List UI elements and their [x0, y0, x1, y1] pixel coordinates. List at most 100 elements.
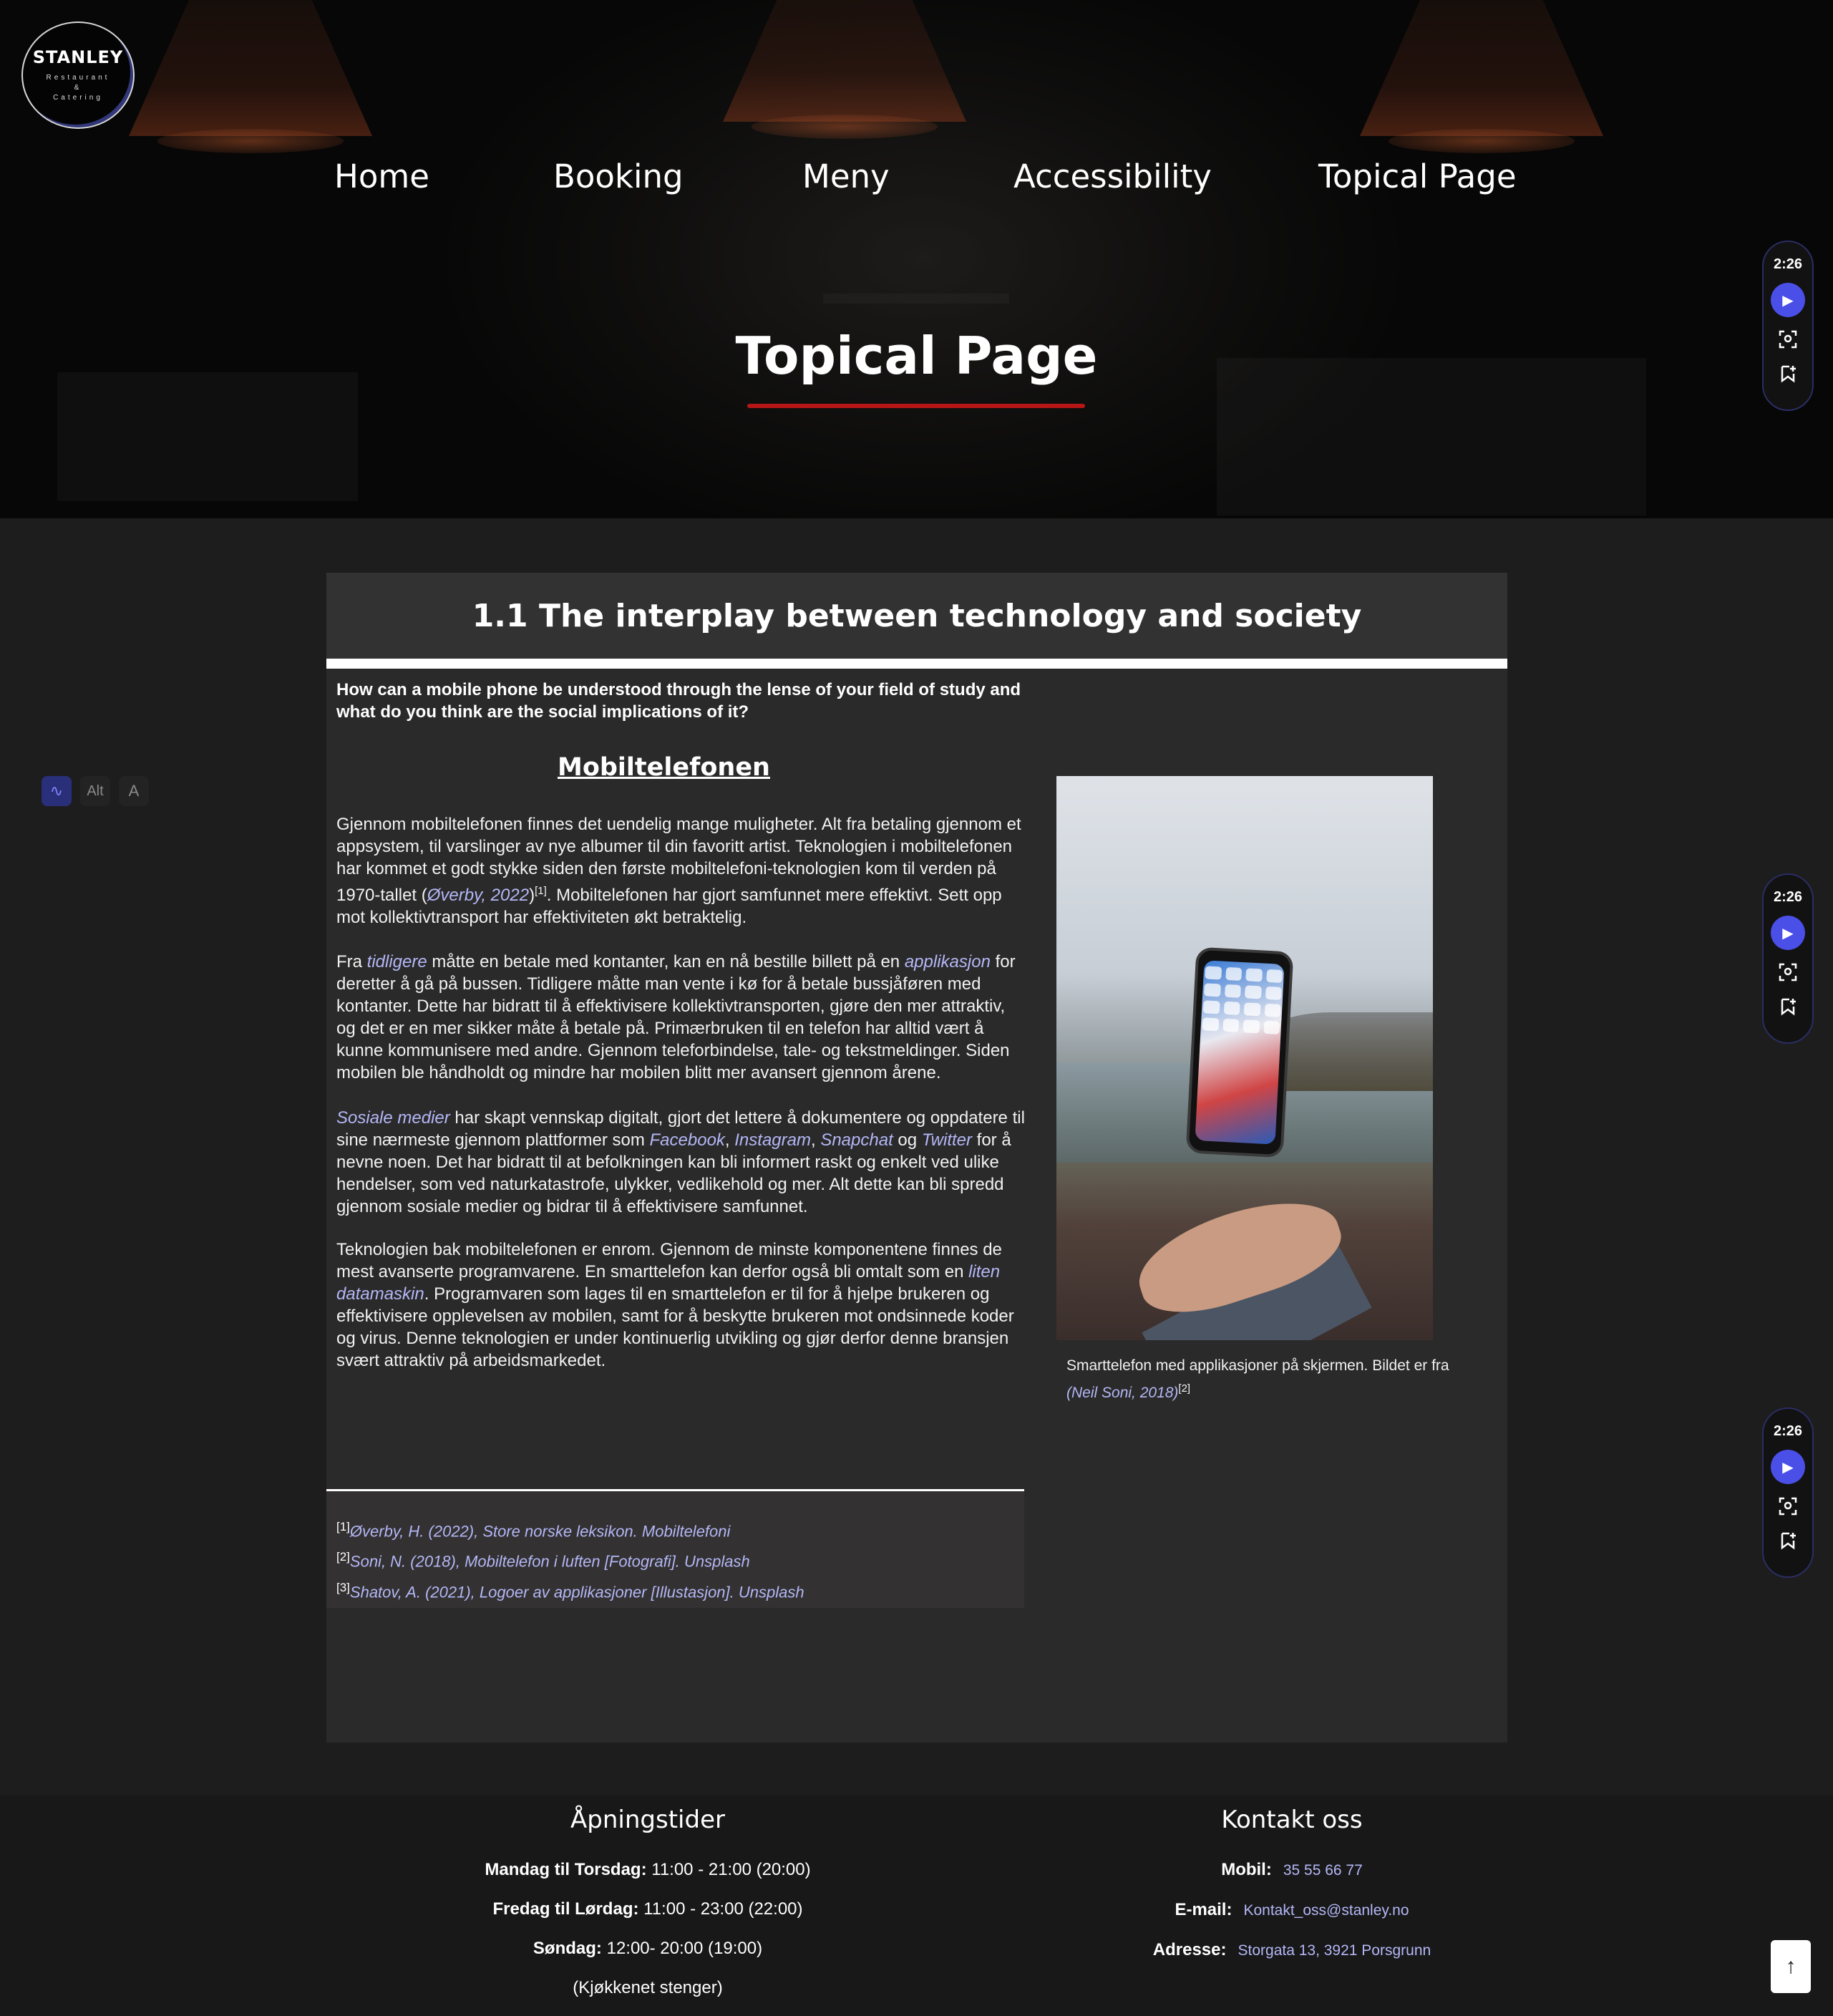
inline-link[interactable]: applikasjon: [905, 952, 991, 971]
logo-tagline-line: Restaurant: [46, 74, 110, 82]
reference-number: [3]: [336, 1580, 350, 1594]
contact-info: Kontakt oss Mobil: 35 55 66 77 E-mail: Kon…: [1077, 1806, 1507, 1970]
hours-value: 11:00 - 21:00 (20:00): [646, 1860, 811, 1879]
page-title: Topical Page: [735, 326, 1098, 386]
address-link[interactable]: Storgata 13, 3921 Porsgrunn: [1238, 1942, 1431, 1959]
logo-brand: STANLEY: [32, 47, 124, 67]
inline-link[interactable]: Twitter: [922, 1130, 972, 1150]
bookmark-add-icon[interactable]: [1776, 994, 1800, 1019]
audio-player-widget: 2:26 ▶: [1762, 241, 1814, 411]
opening-hours: Åpningstider Mandag til Torsdag: 11:00 -…: [433, 1806, 862, 2007]
accessibility-toolbar: ∿ Alt A: [42, 776, 149, 809]
contact-label: Adresse:: [1152, 1940, 1227, 1959]
title-underline: [747, 404, 1085, 408]
nav-topical-page[interactable]: Topical Page: [1318, 158, 1517, 195]
inline-link[interactable]: tidligere: [367, 952, 427, 971]
paragraph-text: ,: [810, 1130, 821, 1150]
audio-wave-icon[interactable]: ∿: [42, 776, 72, 806]
paragraph-text: . Programvaren som lages til en smarttel…: [336, 1284, 1014, 1370]
play-icon[interactable]: ▶: [1771, 916, 1805, 950]
reference-item[interactable]: [3]Shatov, A. (2021), Logoer av applikas…: [336, 1575, 1024, 1605]
caption-text: Smarttelefon med applikasjoner på skjerm…: [1066, 1357, 1449, 1374]
paragraph-2: Fra tidligere måtte en betale med kontan…: [336, 951, 1027, 1084]
contact-row: E-mail: Kontakt_oss@stanley.no: [1077, 1890, 1507, 1930]
photo-app-grid: [1202, 966, 1283, 1034]
opening-hours-title: Åpningstider: [570, 1806, 725, 1834]
phone-link[interactable]: 35 55 66 77: [1283, 1862, 1363, 1879]
hours-value: 12:00- 20:00 (19:00): [601, 1939, 763, 1958]
paragraph-1: Gjennom mobiltelefonen finnes det uendel…: [336, 813, 1027, 929]
alt-text-toggle[interactable]: Alt: [80, 776, 110, 806]
reference-item[interactable]: [1]Øverby, H. (2022), Store norske leksi…: [336, 1514, 1024, 1544]
logo-tagline-line: &: [74, 84, 82, 92]
hero-banner: STANLEY Restaurant & Catering Home Booki…: [0, 0, 1833, 518]
photo-phone: [1185, 946, 1294, 1158]
player-time: 2:26: [1773, 256, 1803, 272]
footnote-marker[interactable]: [2]: [1178, 1382, 1190, 1395]
nav-booking[interactable]: Booking: [553, 158, 684, 195]
reference-text: Shatov, A. (2021), Logoer av applikasjon…: [349, 1582, 804, 1601]
play-icon[interactable]: ▶: [1771, 283, 1805, 317]
logo-tagline: Restaurant & Catering: [47, 73, 110, 103]
photo-caption: Smarttelefon med applikasjoner på skjerm…: [1066, 1354, 1467, 1405]
smartphone-photo: [1056, 776, 1433, 1340]
contact-row: Mobil: 35 55 66 77: [1077, 1850, 1507, 1890]
hero-overlay: [0, 0, 1833, 518]
hours-value: 11:00 - 23:00 (22:00): [638, 1899, 803, 1919]
nav-accessibility[interactable]: Accessibility: [1013, 158, 1212, 195]
header-divider: [326, 659, 1507, 669]
paragraph-text: Fra: [336, 952, 367, 971]
hours-row: Fredag til Lørdag: 11:00 - 23:00 (22:00): [433, 1889, 862, 1929]
footnote-marker[interactable]: [1]: [535, 885, 547, 897]
play-icon[interactable]: ▶: [1771, 1450, 1805, 1484]
logo[interactable]: STANLEY Restaurant & Catering: [21, 21, 135, 129]
hours-label: Fredag til Lørdag:: [492, 1899, 639, 1919]
references-box: [1]Øverby, H. (2022), Store norske leksi…: [326, 1489, 1024, 1608]
email-link[interactable]: Kontakt_oss@stanley.no: [1243, 1902, 1409, 1919]
screen-scan-icon[interactable]: [1776, 960, 1800, 984]
player-time: 2:26: [1773, 889, 1803, 905]
paragraph-text: Teknologien bak mobiltelefonen er enrom.…: [336, 1240, 1002, 1281]
main-nav: Home Booking Meny Accessibility Topical …: [0, 158, 1833, 200]
kitchen-note: (Kjøkkenet stenger): [573, 1978, 723, 1997]
article-card: 1.1 The interplay between technology and…: [326, 573, 1507, 1743]
screen-scan-icon[interactable]: [1776, 1494, 1800, 1518]
nav-meny[interactable]: Meny: [802, 158, 890, 195]
hours-label: Mandag til Torsdag:: [485, 1860, 647, 1879]
paragraph-text: måtte en betale med kontanter, kan en nå…: [427, 952, 905, 971]
paragraph-text: og: [893, 1130, 922, 1150]
inline-link[interactable]: Snapchat: [820, 1130, 893, 1150]
contact-label: E-mail:: [1175, 1900, 1232, 1919]
reference-text: Soni, N. (2018), Mobiltelefon i luften […: [349, 1552, 750, 1571]
contact-label: Mobil:: [1221, 1860, 1272, 1879]
inline-link[interactable]: Facebook: [650, 1130, 725, 1150]
article-heading: 1.1 The interplay between technology and…: [472, 597, 1362, 634]
article-header: 1.1 The interplay between technology and…: [326, 573, 1507, 659]
hours-label: Søndag:: [533, 1939, 602, 1958]
back-to-top-button[interactable]: ↑: [1771, 1940, 1811, 1993]
bookmark-add-icon[interactable]: [1776, 1528, 1800, 1553]
inline-link[interactable]: Sosiale medier: [336, 1108, 450, 1128]
screen-scan-icon[interactable]: [1776, 327, 1800, 352]
paragraph-3: Sosiale medier har skapt vennskap digita…: [336, 1107, 1027, 1218]
paragraph-text: ): [529, 886, 535, 905]
hours-row: Søndag: 12:00- 20:00 (19:00): [433, 1929, 862, 1968]
paragraph-text: ,: [724, 1130, 735, 1150]
audio-player-widget: 2:26 ▶: [1762, 1407, 1814, 1578]
reference-number: [2]: [336, 1550, 350, 1564]
bookmark-add-icon[interactable]: [1776, 362, 1800, 386]
reference-item[interactable]: [2]Soni, N. (2018), Mobiltelefon i lufte…: [336, 1544, 1024, 1574]
logo-tagline-line: Catering: [53, 94, 103, 102]
contact-title: Kontakt oss: [1221, 1806, 1363, 1834]
footer: Åpningstider Mandag til Torsdag: 11:00 -…: [0, 1796, 1833, 2016]
font-size-toggle[interactable]: A: [119, 776, 149, 806]
paragraph-4: Teknologien bak mobiltelefonen er enrom.…: [336, 1239, 1027, 1372]
citation-link[interactable]: Øverby, 2022: [427, 886, 529, 905]
nav-home[interactable]: Home: [334, 158, 429, 195]
audio-player-widget: 2:26 ▶: [1762, 873, 1814, 1044]
inline-link[interactable]: Instagram: [734, 1130, 811, 1150]
paragraph-text: for deretter å gå på bussen. Tidligere m…: [336, 952, 1016, 1082]
citation-link[interactable]: (Neil Soni, 2018): [1066, 1385, 1178, 1401]
reference-number: [1]: [336, 1520, 350, 1533]
hours-row: Mandag til Torsdag: 11:00 - 21:00 (20:00…: [433, 1850, 862, 1889]
